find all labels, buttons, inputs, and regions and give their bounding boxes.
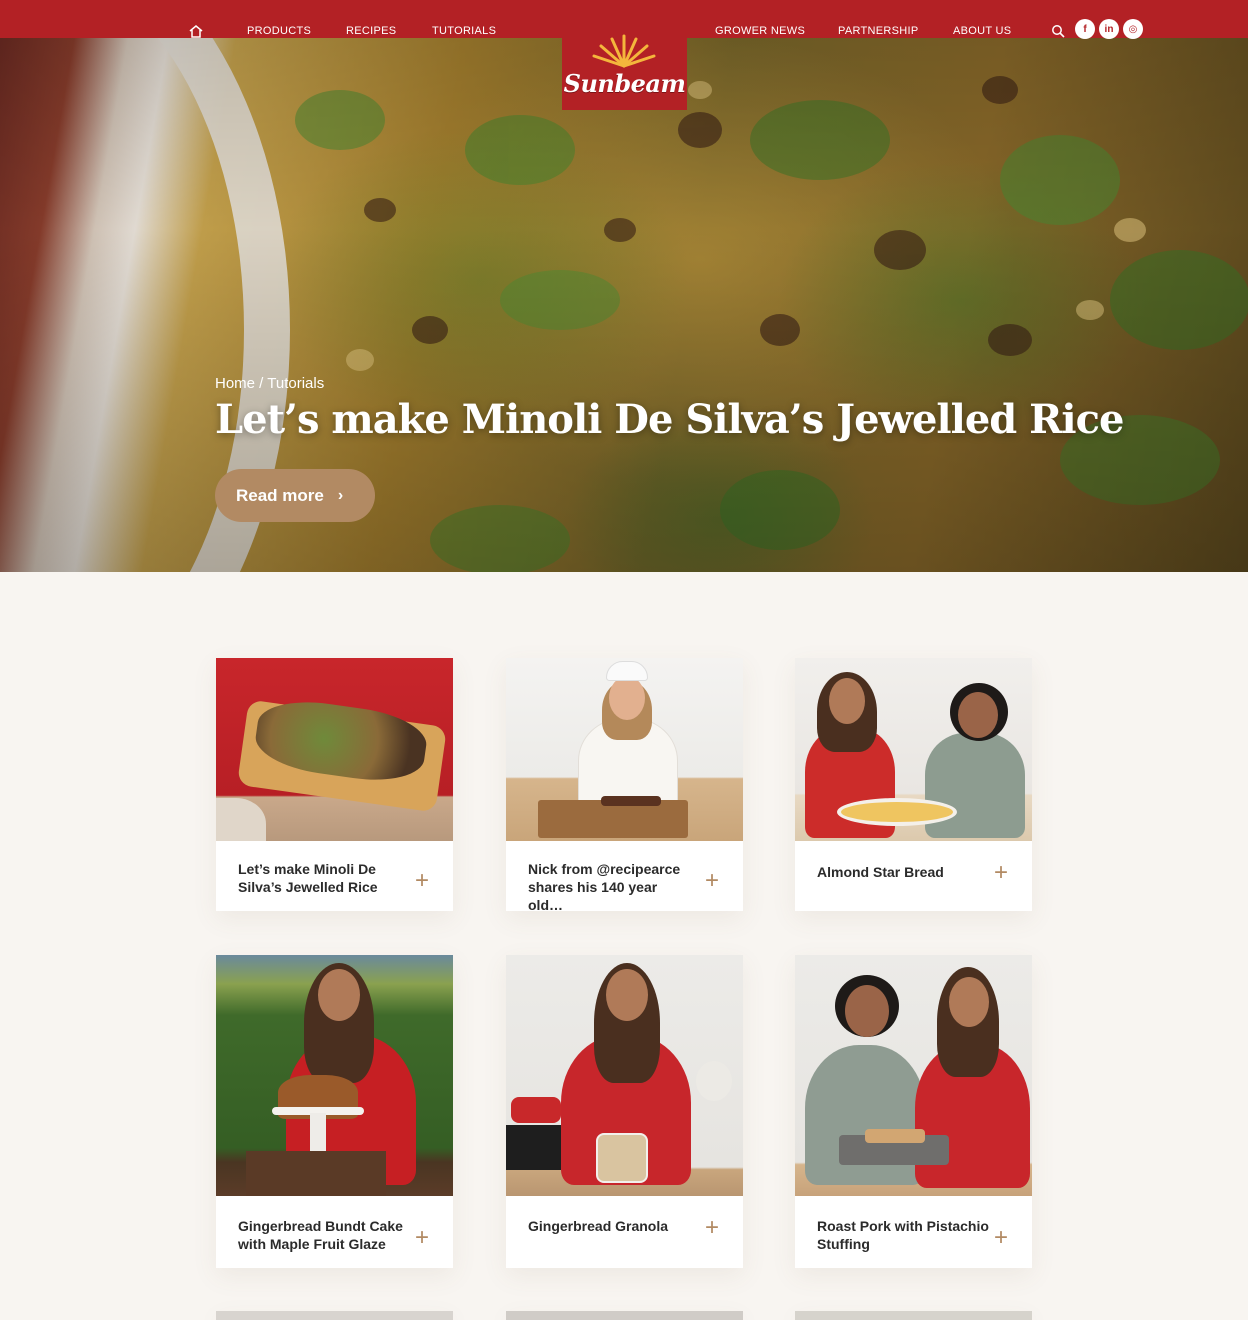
search-icon[interactable] [1051,24,1065,38]
plus-icon: + [414,1224,429,1251]
breadcrumb-separator: / [255,375,268,392]
brand-name: Sunbeam [563,69,686,98]
plus-icon: + [993,1224,1008,1251]
card-title: Gingerbread Bundt Cake with Maple Fruit … [238,1218,403,1252]
card-title: Almond Star Bread [817,864,944,880]
card-almond-star-bread[interactable]: Almond Star Bread + [795,658,1032,911]
nav-products[interactable]: PRODUCTS [247,25,311,37]
card-partial[interactable] [795,1311,1032,1320]
card-image [795,658,1032,841]
card-partial[interactable] [506,1311,743,1320]
card-image [506,658,743,841]
card-partial[interactable] [216,1311,453,1320]
card-gingerbread-bundt-cake[interactable]: Gingerbread Bundt Cake with Maple Fruit … [216,955,453,1268]
breadcrumb: Home / Tutorials [215,375,324,392]
nav-recipes[interactable]: RECIPES [346,25,396,37]
nav-grower-news[interactable]: GROWER NEWS [715,25,805,37]
plus-icon: + [704,867,719,894]
card-image [506,955,743,1196]
card-image [795,955,1032,1196]
chevron-right-icon: › [337,486,344,504]
linkedin-icon[interactable]: in [1099,19,1119,39]
breadcrumb-tutorials[interactable]: Tutorials [267,375,324,392]
card-image [216,658,453,841]
card-jewelled-rice[interactable]: Let’s make Minoli De Silva’s Jewelled Ri… [216,658,453,911]
plus-icon: + [414,867,429,894]
card-gingerbread-granola[interactable]: Gingerbread Granola + [506,955,743,1268]
read-more-button[interactable]: Read more › [215,469,375,522]
hero-title: Let’s make Minoli De Silva’s Jewelled Ri… [215,396,1124,443]
card-nick-recipearce[interactable]: Nick from @recipearce shares his 140 yea… [506,658,743,911]
card-title: Roast Pork with Pistachio Stuffing [817,1218,989,1252]
facebook-icon[interactable]: f [1075,19,1095,39]
read-more-label: Read more [236,485,324,505]
nav-about-us[interactable]: ABOUT US [953,25,1011,37]
nav-partnership[interactable]: PARTNERSHIP [838,25,919,37]
plus-icon: + [704,1214,719,1241]
plus-icon: + [993,859,1008,886]
home-icon[interactable] [188,24,204,38]
card-image [216,955,453,1196]
sunburst-icon [592,34,656,68]
nav-tutorials[interactable]: TUTORIALS [432,25,496,37]
card-title: Gingerbread Granola [528,1218,669,1234]
card-title: Let’s make Minoli De Silva’s Jewelled Ri… [238,861,378,895]
instagram-icon[interactable]: ◎ [1123,19,1143,39]
card-title: Nick from @recipearce shares his 140 yea… [528,861,681,911]
sunbeam-logo[interactable]: Sunbeam [562,0,687,110]
card-roast-pork[interactable]: Roast Pork with Pistachio Stuffing + [795,955,1032,1268]
breadcrumb-home[interactable]: Home [215,375,255,392]
